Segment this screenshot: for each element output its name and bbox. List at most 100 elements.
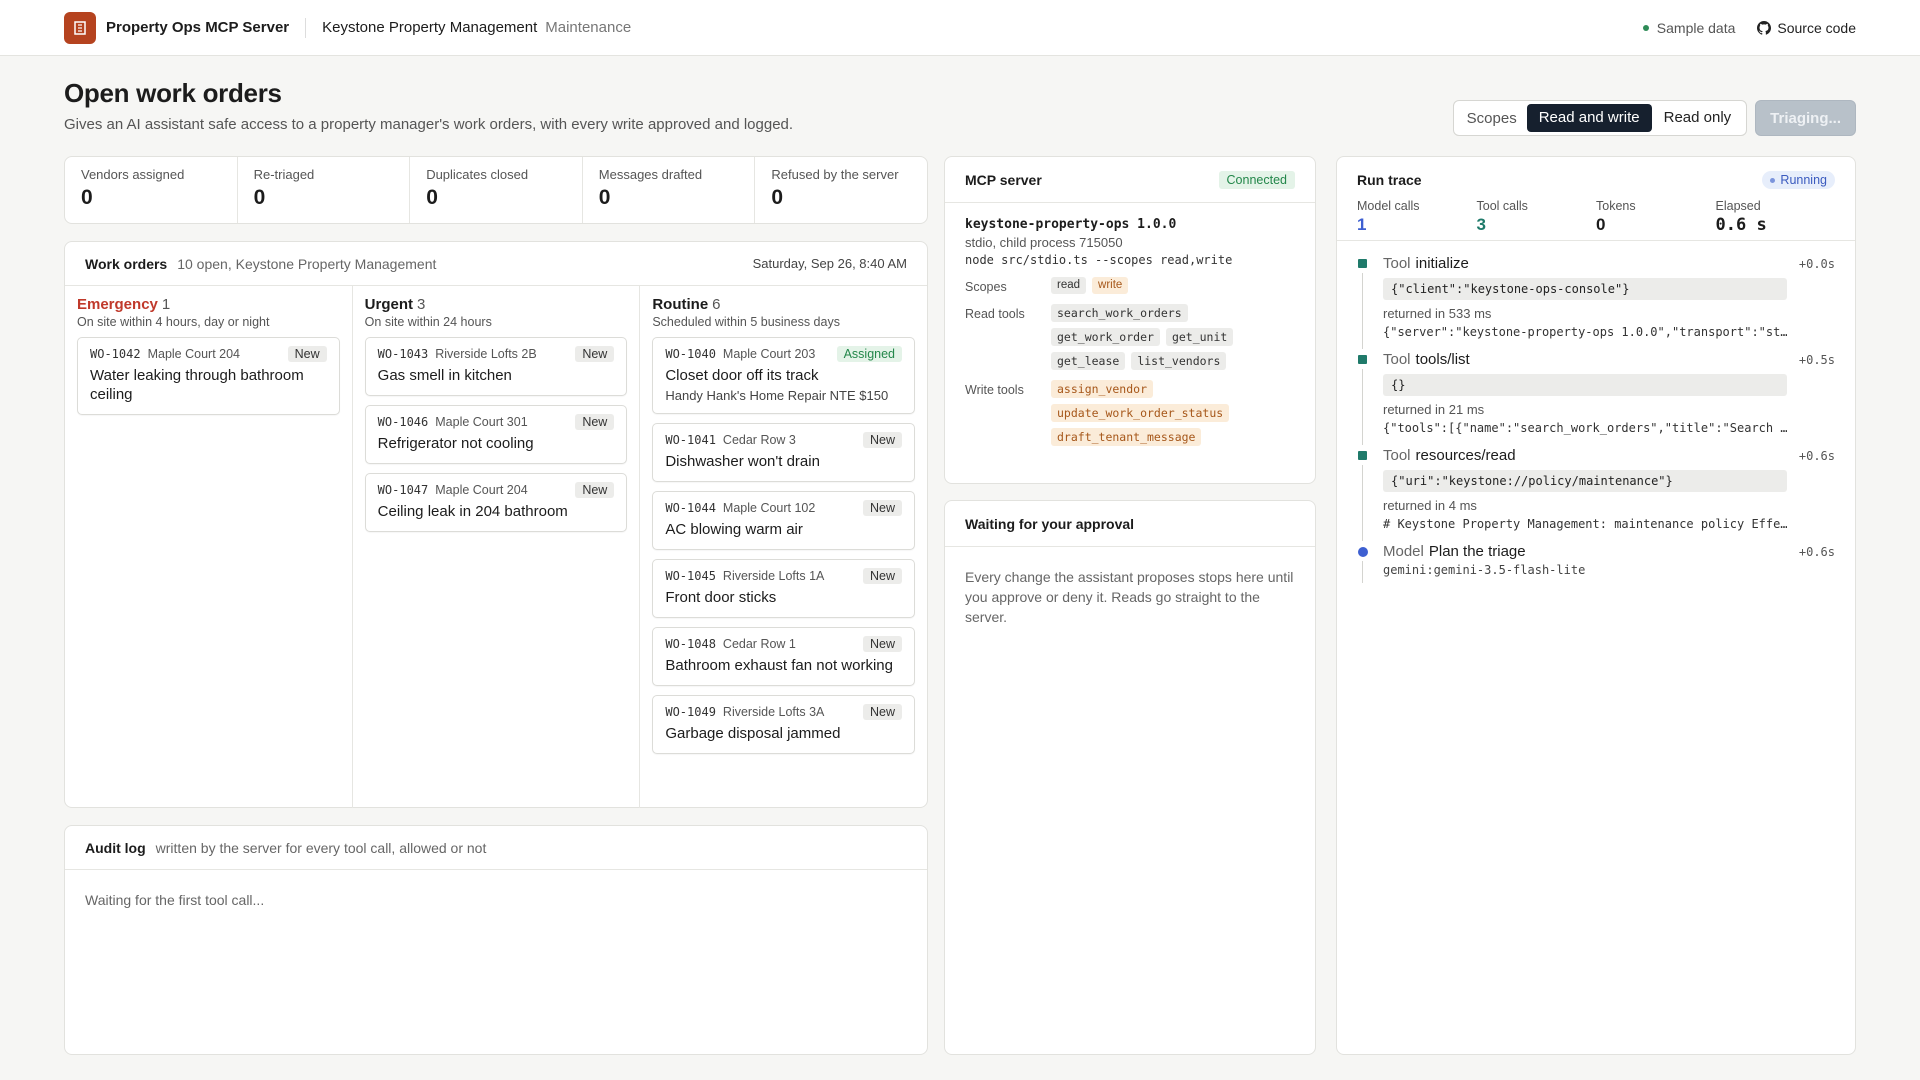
page-subtitle: Gives an AI assistant safe access to a p… <box>64 116 794 133</box>
work-order-card[interactable]: WO-1047 Maple Court 204 New Ceiling leak i… <box>364 473 628 532</box>
trace-event-output: {"server":"keystone-property-ops 1.0.0",… <box>1383 325 1787 339</box>
tool-event-icon <box>1358 259 1367 268</box>
status-badge: New <box>863 568 903 584</box>
read-tool-chip: get_lease <box>1051 352 1126 370</box>
scope-read-write-option[interactable]: Read and write <box>1526 104 1652 132</box>
work-order-card[interactable]: WO-1045 Riverside Lofts 1A New Front door … <box>652 559 916 618</box>
work-order-id: WO-1043 <box>377 347 429 361</box>
trace-event-args: {"uri":"keystone://policy/maintenance"} <box>1383 470 1787 492</box>
work-order-title: AC blowing warm air <box>665 521 803 538</box>
audit-log-panel: Audit log written by the server for ever… <box>64 825 928 1055</box>
status-dot-icon <box>1642 24 1649 31</box>
page-title: Open work orders <box>64 78 282 108</box>
trace-event-name: resources/read <box>1415 447 1516 464</box>
status-badge: Assigned <box>836 346 903 362</box>
work-order-card[interactable]: WO-1049 Riverside Lofts 3A New Garbage dis… <box>652 695 916 754</box>
trace-event[interactable]: Tool tools/list +0.5s {} returned in 21 ms… <box>1357 351 1835 445</box>
work-order-location: Riverside Lofts 1A <box>722 569 825 583</box>
work-order-location: Riverside Lofts 3A <box>722 705 825 719</box>
work-order-location: Maple Court 204 <box>147 347 240 361</box>
stat-messages-drafted: Messages drafted 0 <box>583 157 756 223</box>
status-badge: New <box>575 414 615 430</box>
controls: Scopes Read and write Read only Triaging… <box>1452 100 1856 136</box>
work-order-location: Maple Court 102 <box>722 501 816 515</box>
server-command: node src/stdio.ts --scopes read,write <box>965 253 1233 267</box>
work-order-card[interactable]: WO-1044 Maple Court 102 New AC blowing war… <box>652 491 916 550</box>
trace-event-model: gemini:gemini-3.5-flash-lite <box>1383 563 1586 577</box>
work-orders-summary: 10 open, Keystone Property Management <box>177 255 437 272</box>
status-badge: New <box>863 432 903 448</box>
work-order-card[interactable]: WO-1046 Maple Court 301 New Refrigerator n… <box>364 405 628 464</box>
audit-log-title: Audit log <box>85 839 146 856</box>
trace-event-time: +0.5s <box>1798 353 1835 367</box>
stat-refused: Refused by the server 0 <box>771 167 899 209</box>
trace-event-name: initialize <box>1415 255 1469 272</box>
work-order-id: WO-1047 <box>377 483 429 497</box>
work-orders-header: Work orders 10 open, Keystone Property M… <box>65 242 927 286</box>
stat-re-triaged: Re-triaged 0 <box>238 157 411 223</box>
brand-name: Property Ops MCP Server <box>106 19 290 36</box>
trace-stat-tool-calls: Tool calls 3 <box>1476 199 1528 234</box>
work-order-location: Maple Court 203 <box>722 347 816 361</box>
trace-event[interactable]: Tool resources/read +0.6s {"uri":"keystone… <box>1357 447 1835 541</box>
work-order-title: Ceiling leak in 204 bathroom <box>377 503 568 520</box>
source-code-link[interactable]: Source code <box>1757 20 1856 36</box>
column-routine: Routine 6 Scheduled within 5 business day… <box>640 286 927 808</box>
triage-button[interactable]: Triaging... <box>1755 100 1856 136</box>
work-order-id: WO-1044 <box>665 501 716 515</box>
trace-event[interactable]: Model Plan the triage +0.6s gemini:gemini-… <box>1357 543 1835 583</box>
read-tools-row: Read tools search_work_orders get_work_o… <box>965 304 1295 370</box>
trace-event-output: # Keystone Property Management: maintena… <box>1383 517 1787 531</box>
mcp-server-title: MCP server <box>965 171 1042 188</box>
scope-chip-write: write <box>1092 277 1129 294</box>
stat-duplicates-closed: Duplicates closed 0 <box>410 157 583 223</box>
work-order-card[interactable]: WO-1042 Maple Court 204 New Water leaking … <box>77 337 340 415</box>
read-tool-chip: get_work_order <box>1051 328 1160 346</box>
github-icon <box>1757 20 1772 35</box>
work-order-card[interactable]: WO-1041 Cedar Row 3 New Dishwasher won't d… <box>652 423 916 482</box>
org-section: Maintenance <box>545 19 632 36</box>
work-order-id: WO-1040 <box>665 347 716 361</box>
work-order-title: Gas smell in kitchen <box>377 367 512 384</box>
work-order-card[interactable]: WO-1048 Cedar Row 1 New Bathroom exhaust f… <box>652 627 916 686</box>
server-process: stdio, child process 715050 <box>965 235 1123 250</box>
work-order-location: Maple Court 301 <box>435 415 528 429</box>
work-order-title: Front door sticks <box>665 589 777 606</box>
scope-chip-read: read <box>1051 277 1087 294</box>
mcp-server-header: MCP server Connected <box>945 157 1315 203</box>
column-subtitle: On site within 24 hours <box>364 315 492 329</box>
approval-body: Every change the assistant proposes stop… <box>965 569 1294 625</box>
column-emergency: Emergency 1 On site within 4 hours, day o… <box>65 286 353 808</box>
write-tool-chip: assign_vendor <box>1051 380 1154 398</box>
model-event-icon <box>1358 547 1368 557</box>
column-header: Routine 6 <box>652 296 721 313</box>
scope-read-only-option[interactable]: Read only <box>1652 104 1744 132</box>
work-orders-date: Saturday, Sep 26, 8:40 AM <box>752 256 907 271</box>
trace-stat-elapsed: Elapsed 0.6 s <box>1715 199 1767 235</box>
run-trace-title: Run trace <box>1357 172 1422 188</box>
tool-event-icon <box>1358 451 1367 460</box>
work-order-title: Garbage disposal jammed <box>665 725 841 742</box>
org-name: Keystone Property Management <box>322 19 538 36</box>
read-tool-chip: list_vendors <box>1131 352 1227 370</box>
read-tool-chip: get_unit <box>1165 328 1234 346</box>
approval-title: Waiting for your approval <box>965 515 1135 532</box>
work-order-title: Water leaking through bathroom ceiling <box>90 367 304 403</box>
work-order-location: Cedar Row 1 <box>722 637 796 651</box>
status-badge: New <box>863 704 903 720</box>
read-tool-chip: search_work_orders <box>1051 304 1188 322</box>
trace-event-returned: returned in 533 ms <box>1383 306 1492 321</box>
audit-log-header: Audit log written by the server for ever… <box>65 826 927 870</box>
column-subtitle: Scheduled within 5 business days <box>652 315 840 329</box>
scopes-label: Scopes <box>1466 109 1517 127</box>
work-order-vendor-note: Handy Hank's Home Repair NTE $150 <box>665 388 889 403</box>
work-order-card[interactable]: WO-1043 Riverside Lofts 2B New Gas smell i… <box>364 337 628 396</box>
work-order-title: Closet door off its track <box>665 367 819 384</box>
trace-stat-tokens: Tokens 0 <box>1596 199 1636 234</box>
scopes-toggle: Scopes Read and write Read only <box>1452 100 1748 136</box>
work-order-title: Dishwasher won't drain <box>665 453 820 470</box>
status-badge: New <box>575 346 615 362</box>
work-order-location: Maple Court 204 <box>435 483 528 497</box>
trace-event[interactable]: Tool initialize +0.0s {"client":"keystone-… <box>1357 255 1835 349</box>
work-order-card[interactable]: WO-1040 Maple Court 203 Assigned Closet do… <box>652 337 916 414</box>
